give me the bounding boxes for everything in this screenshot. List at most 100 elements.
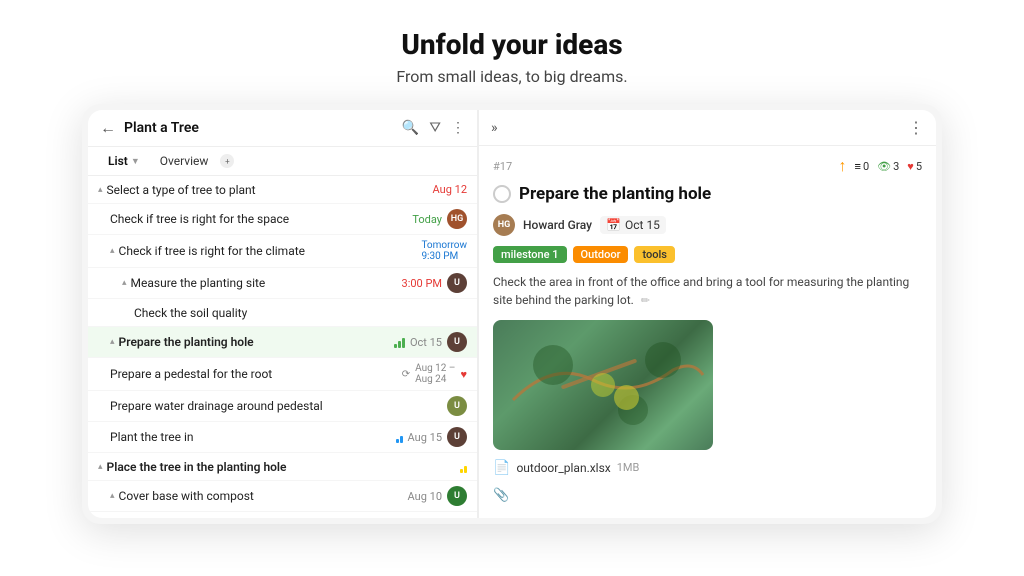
tag-outdoor[interactable]: Outdoor xyxy=(573,246,629,263)
right-more-icon[interactable]: ⋮ xyxy=(908,118,924,137)
filter-icon[interactable]: ⛛ xyxy=(429,120,441,136)
task-arrow: ▴ xyxy=(98,185,103,195)
task-name: Prepare a pedestal for the root xyxy=(110,367,402,381)
avatar: U xyxy=(447,486,467,506)
task-row[interactable]: ▴ Check if tree is right for the climate… xyxy=(88,235,477,268)
description-text: Check the area in front of the office an… xyxy=(493,275,909,307)
priority-bars xyxy=(460,461,467,473)
task-name: Check if tree is right for the climate xyxy=(119,244,422,258)
heart-icon: ♥ xyxy=(907,160,914,173)
task-arrow: ▴ xyxy=(110,246,115,256)
task-name: Check if tree is right for the space xyxy=(110,212,412,226)
task-row[interactable]: ▴ Select a type of tree to plant Aug 12 xyxy=(88,176,477,204)
task-row[interactable]: ▴ Place the tree in the planting hole xyxy=(88,453,477,481)
right-header: » ⋮ xyxy=(479,110,936,146)
tab-list-label: List xyxy=(108,154,128,168)
search-icon[interactable]: 🔍 xyxy=(402,120,419,136)
file-name: outdoor_plan.xlsx xyxy=(516,461,610,475)
task-row[interactable]: ▴ Cover base with compost Aug 10 U xyxy=(88,481,477,512)
task-meta: 3:00 PM U xyxy=(402,273,467,293)
task-meta: U xyxy=(447,396,467,416)
due-date-text: Oct 15 xyxy=(625,218,660,232)
task-row[interactable]: Check the soil quality xyxy=(88,299,477,327)
list-count: 0 xyxy=(863,160,869,173)
header-icons: 🔍 ⛛ ⋮ xyxy=(402,120,465,136)
due-date-badge[interactable]: 📅 Oct 15 xyxy=(600,216,666,234)
task-date: Tomorrow9:30 PM xyxy=(421,240,467,262)
task-row[interactable]: Prepare a pedestal for the root ⟳ Aug 12… xyxy=(88,358,477,391)
tab-list[interactable]: List ▼ xyxy=(100,151,148,171)
task-date: 3:00 PM xyxy=(402,277,442,290)
task-row[interactable]: Plant the tree in Aug 15 U xyxy=(88,422,477,453)
avatar: U xyxy=(447,396,467,416)
avatar: HG xyxy=(447,209,467,229)
task-detail-meta: #17 ↑ ≡ 0 👁 3 ♥ xyxy=(493,156,922,176)
task-number: #17 xyxy=(493,160,512,173)
task-date: Aug 12 xyxy=(433,183,467,196)
tab-overview[interactable]: Overview xyxy=(152,151,217,171)
task-date: Aug 12 –Aug 24 xyxy=(415,363,455,385)
more-icon[interactable]: ⋮ xyxy=(451,120,465,136)
tag-milestone[interactable]: milestone 1 xyxy=(493,246,567,263)
assignee-name: Howard Gray xyxy=(523,218,592,232)
task-checkbox[interactable] xyxy=(493,185,511,203)
edit-icon[interactable]: ✏ xyxy=(641,294,650,307)
list-stat: ≡ 0 xyxy=(855,160,870,173)
avatar: U xyxy=(447,427,467,447)
task-name: Check the soil quality xyxy=(134,306,467,320)
tab-overview-label: Overview xyxy=(160,154,209,168)
task-detail-name: Prepare the planting hole xyxy=(519,184,711,204)
tag-tools[interactable]: tools xyxy=(634,246,674,263)
tags-row: milestone 1 Outdoor tools xyxy=(493,246,922,263)
eye-stat: 👁 3 xyxy=(877,160,899,173)
attachment-paperclip: 📎 xyxy=(493,484,922,503)
app-inner: ← Plant a Tree 🔍 ⛛ ⋮ List ▼ Overview xyxy=(88,110,936,518)
task-name: Cover base with compost xyxy=(119,489,408,503)
task-arrow: ▴ xyxy=(110,491,115,501)
priority-bars xyxy=(394,336,405,348)
calendar-icon: 📅 xyxy=(606,218,621,232)
task-meta: Aug 12 xyxy=(433,183,467,196)
task-row-highlighted[interactable]: ▴ Prepare the planting hole Oct 15 U xyxy=(88,327,477,358)
task-row[interactable]: Prepare water drainage around pedestal U xyxy=(88,391,477,422)
left-panel-title: Plant a Tree xyxy=(124,120,394,136)
file-icon: 📄 xyxy=(493,460,510,476)
eye-count: 3 xyxy=(893,160,899,173)
task-row[interactable]: ▴ Measure the planting site 3:00 PM U xyxy=(88,268,477,299)
tab-add[interactable]: + xyxy=(220,154,234,168)
expand-icon[interactable]: » xyxy=(491,120,498,136)
task-meta: Aug 10 U xyxy=(408,486,467,506)
heart-count: 5 xyxy=(916,160,922,173)
eye-icon: 👁 xyxy=(877,160,891,173)
heart-icon: ♥ xyxy=(460,368,467,381)
heart-stat: ♥ 5 xyxy=(907,160,922,173)
task-list: ▴ Select a type of tree to plant Aug 12 … xyxy=(88,176,477,518)
task-name: Prepare water drainage around pedestal xyxy=(110,399,447,413)
task-name: Measure the planting site xyxy=(131,276,402,290)
aerial-image xyxy=(493,320,713,450)
list-icon: ≡ xyxy=(855,160,861,173)
avatar: U xyxy=(447,332,467,352)
task-date: Aug 10 xyxy=(408,490,442,503)
hero-title: Unfold your ideas xyxy=(396,28,627,61)
task-date: Aug 15 xyxy=(408,431,442,444)
up-arrow-icon: ↑ xyxy=(839,156,847,176)
avatar: U xyxy=(447,273,467,293)
meta-icons: ↑ ≡ 0 👁 3 ♥ 5 xyxy=(839,156,922,176)
back-button[interactable]: ← xyxy=(100,118,116,138)
file-attachment[interactable]: 📄 outdoor_plan.xlsx 1MB xyxy=(493,460,922,476)
tab-bar: List ▼ Overview + xyxy=(88,147,477,176)
right-panel: » ⋮ #17 ↑ ≡ 0 👁 xyxy=(479,110,936,518)
task-description: Check the area in front of the office an… xyxy=(493,273,922,310)
priority-bars xyxy=(396,431,403,443)
task-detail-title: Prepare the planting hole xyxy=(493,184,922,204)
task-name: Prepare the planting hole xyxy=(119,335,394,349)
paperclip-icon: 📎 xyxy=(493,488,509,503)
left-header: ← Plant a Tree 🔍 ⛛ ⋮ xyxy=(88,110,477,147)
task-meta: Today HG xyxy=(412,209,467,229)
left-panel: ← Plant a Tree 🔍 ⛛ ⋮ List ▼ Overview xyxy=(88,110,478,518)
task-row[interactable]: Check if tree is right for the space Tod… xyxy=(88,204,477,235)
task-meta: ⟳ Aug 12 –Aug 24 ♥ xyxy=(402,363,467,385)
file-size: 1MB xyxy=(617,461,640,474)
hero-section: Unfold your ideas From small ideas, to b… xyxy=(396,0,627,104)
